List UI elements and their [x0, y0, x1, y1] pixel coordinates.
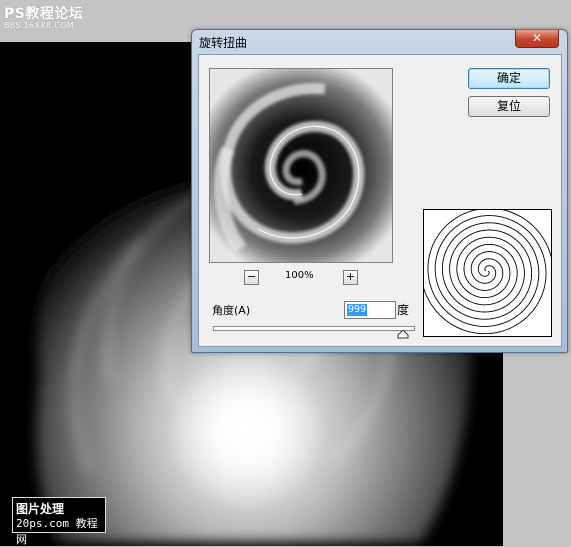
spiral-icon: [420, 207, 554, 335]
watermark-title: PS教程论坛: [4, 6, 84, 22]
watermark: PS教程论坛 BBS.16XX8.COM: [4, 3, 83, 30]
reset-button[interactable]: 复位: [468, 96, 550, 117]
zoom-level: 100%: [285, 270, 314, 281]
stamp-logo: 图片处理 20ps.com 教程网: [12, 497, 106, 546]
twirl-dialog: 旋转扭曲 ✕ − 100% + 确定 复位 角度(A) 999 度: [191, 29, 568, 353]
angle-slider-thumb[interactable]: [397, 330, 409, 339]
zoom-out-button[interactable]: −: [244, 270, 259, 285]
close-icon: ✕: [531, 31, 543, 45]
angle-slider-track[interactable]: [213, 326, 415, 331]
angle-label: 角度(A): [212, 304, 251, 317]
angle-input[interactable]: 999: [344, 301, 396, 319]
ok-button[interactable]: 确定: [468, 68, 550, 89]
close-button[interactable]: ✕: [515, 30, 559, 48]
dialog-titlebar[interactable]: 旋转扭曲 ✕: [192, 30, 567, 52]
spiral-diagram: [420, 207, 554, 337]
dialog-title: 旋转扭曲: [199, 36, 248, 50]
plus-icon: +: [345, 270, 356, 283]
preview-swirl-image: [210, 69, 392, 262]
dialog-body: − 100% + 确定 复位 角度(A) 999 度: [198, 54, 562, 347]
angle-unit: 度: [397, 303, 410, 317]
stamp-line2: 20ps.com 教程网: [16, 517, 98, 546]
zoom-in-button[interactable]: +: [343, 270, 358, 285]
angle-value: 999: [347, 304, 368, 316]
watermark-url: BBS.16XX8.COM: [4, 21, 74, 30]
minus-icon: −: [246, 270, 257, 283]
preview-pane[interactable]: [209, 68, 393, 263]
